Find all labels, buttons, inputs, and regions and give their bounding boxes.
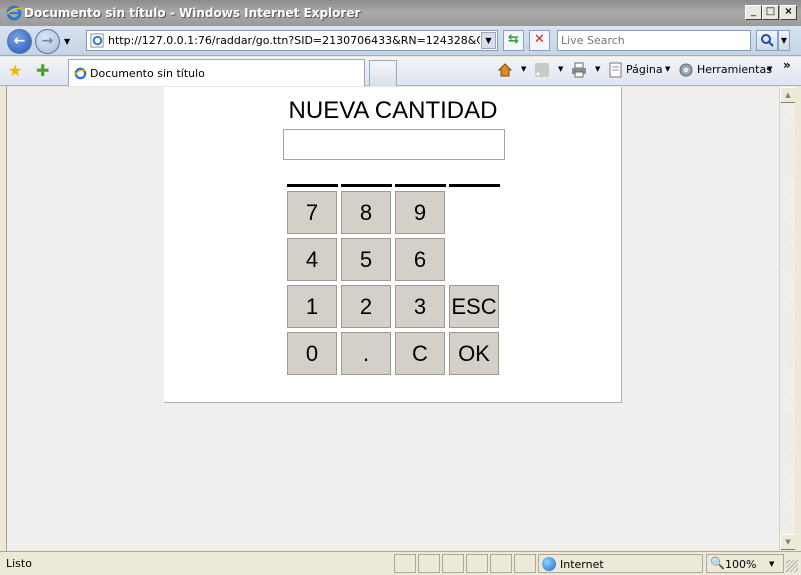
key-2[interactable]: 2 <box>341 285 391 328</box>
close-icon[interactable]: × <box>780 5 797 20</box>
separator-line <box>287 184 338 187</box>
key-1[interactable]: 1 <box>287 285 337 328</box>
security-zone[interactable]: Internet <box>538 554 703 573</box>
status-cell <box>466 554 488 573</box>
window-frame-right <box>795 86 801 551</box>
back-button[interactable]: ← <box>7 29 32 54</box>
ok-button[interactable]: OK <box>449 332 499 375</box>
title-bar: Documento sin título - Windows Internet … <box>0 0 801 26</box>
separator-line <box>395 184 446 187</box>
page-dropdown-icon[interactable]: ▼ <box>665 65 670 73</box>
recent-pages-dropdown-icon[interactable]: ▼ <box>64 37 70 46</box>
search-button[interactable] <box>756 30 778 51</box>
scroll-down-icon[interactable]: ▼ <box>780 534 796 550</box>
address-field[interactable]: http://127.0.0.1:76/raddar/go.ttn?SID=21… <box>86 30 498 51</box>
maximize-icon[interactable]: □ <box>762 5 779 20</box>
status-bar: Listo Internet 🔍 100% ▼ <box>0 551 801 575</box>
refresh-icon[interactable]: ⇆ <box>503 30 524 51</box>
clear-button[interactable]: C <box>395 332 445 375</box>
address-toolbar: ← → ▼ http://127.0.0.1:76/raddar/go.ttn?… <box>0 26 801 56</box>
zoom-dropdown-icon[interactable]: ▼ <box>769 560 774 568</box>
internet-explorer-icon <box>6 5 22 21</box>
add-favorites-icon[interactable]: ✚ <box>36 61 49 80</box>
zoom-magnifier-icon: 🔍 <box>710 556 725 570</box>
page-viewport: NUEVA CANTIDAD 7 8 9 4 5 6 1 2 3 ESC 0 .… <box>7 87 779 550</box>
tools-gear-icon[interactable] <box>678 62 694 78</box>
status-cell <box>490 554 512 573</box>
separator-line <box>449 184 500 187</box>
key-7[interactable]: 7 <box>287 191 337 234</box>
key-decimal[interactable]: . <box>341 332 391 375</box>
search-options-dropdown-icon[interactable]: ▼ <box>778 30 790 51</box>
separator-line <box>341 184 392 187</box>
page-icon[interactable] <box>608 62 624 78</box>
status-cell <box>514 554 536 573</box>
window-frame-left <box>0 86 7 551</box>
forward-arrow-icon: → <box>41 33 54 49</box>
key-4[interactable]: 4 <box>287 238 337 281</box>
url-text[interactable]: http://127.0.0.1:76/raddar/go.ttn?SID=21… <box>108 34 480 47</box>
quantity-input[interactable] <box>283 129 505 160</box>
back-arrow-icon: ← <box>13 33 26 49</box>
status-cell <box>418 554 440 573</box>
escape-button[interactable]: ESC <box>449 285 499 328</box>
vertical-scrollbar[interactable]: ▲ ▼ <box>779 87 796 550</box>
status-cell <box>442 554 464 573</box>
key-6[interactable]: 6 <box>395 238 445 281</box>
address-dropdown-icon[interactable]: ▼ <box>481 32 496 49</box>
feeds-icon[interactable] <box>534 62 550 78</box>
print-dropdown-icon[interactable]: ▼ <box>595 65 600 73</box>
key-3[interactable]: 3 <box>395 285 445 328</box>
zoom-control[interactable]: 🔍 100% ▼ <box>706 554 784 573</box>
more-commands-icon[interactable]: » <box>783 58 791 72</box>
key-0[interactable]: 0 <box>287 332 337 375</box>
zoom-level: 100% <box>725 558 757 571</box>
home-icon[interactable] <box>497 62 513 78</box>
forward-button[interactable]: → <box>35 29 60 54</box>
search-input[interactable] <box>558 31 748 49</box>
key-5[interactable]: 5 <box>341 238 391 281</box>
search-icon <box>761 34 774 47</box>
stop-icon[interactable]: ✕ <box>529 30 550 51</box>
tab-label: Documento sin título <box>90 67 205 80</box>
new-tab-button[interactable] <box>369 60 397 86</box>
print-icon[interactable] <box>571 62 587 78</box>
home-dropdown-icon[interactable]: ▼ <box>521 65 526 73</box>
window-title: Documento sin título - Windows Internet … <box>24 6 361 20</box>
search-field[interactable] <box>557 30 751 51</box>
page-menu[interactable]: Página <box>626 63 663 76</box>
page-ie-icon <box>90 33 104 48</box>
favorites-star-icon[interactable]: ★ <box>8 61 22 80</box>
key-9[interactable]: 9 <box>395 191 445 234</box>
scroll-up-icon[interactable]: ▲ <box>780 87 796 103</box>
tab-ie-icon <box>74 67 87 80</box>
page-title: NUEVA CANTIDAD <box>288 97 498 124</box>
key-8[interactable]: 8 <box>341 191 391 234</box>
status-text: Listo <box>6 557 32 570</box>
globe-icon <box>542 557 556 571</box>
zone-label: Internet <box>560 558 604 571</box>
status-cell <box>394 554 416 573</box>
tools-menu[interactable]: Herramientas <box>697 63 772 76</box>
command-bar: ★ ✚ Documento sin título ▼ ▼ ▼ Página ▼ … <box>0 57 801 86</box>
tab-documento[interactable]: Documento sin título <box>68 59 365 86</box>
tools-dropdown-icon[interactable]: ▼ <box>767 65 772 73</box>
resize-grip-icon[interactable] <box>786 560 798 572</box>
quantity-panel: NUEVA CANTIDAD 7 8 9 4 5 6 1 2 3 ESC 0 .… <box>164 87 622 403</box>
minimize-icon[interactable]: _ <box>745 5 762 20</box>
feeds-dropdown-icon[interactable]: ▼ <box>558 65 563 73</box>
